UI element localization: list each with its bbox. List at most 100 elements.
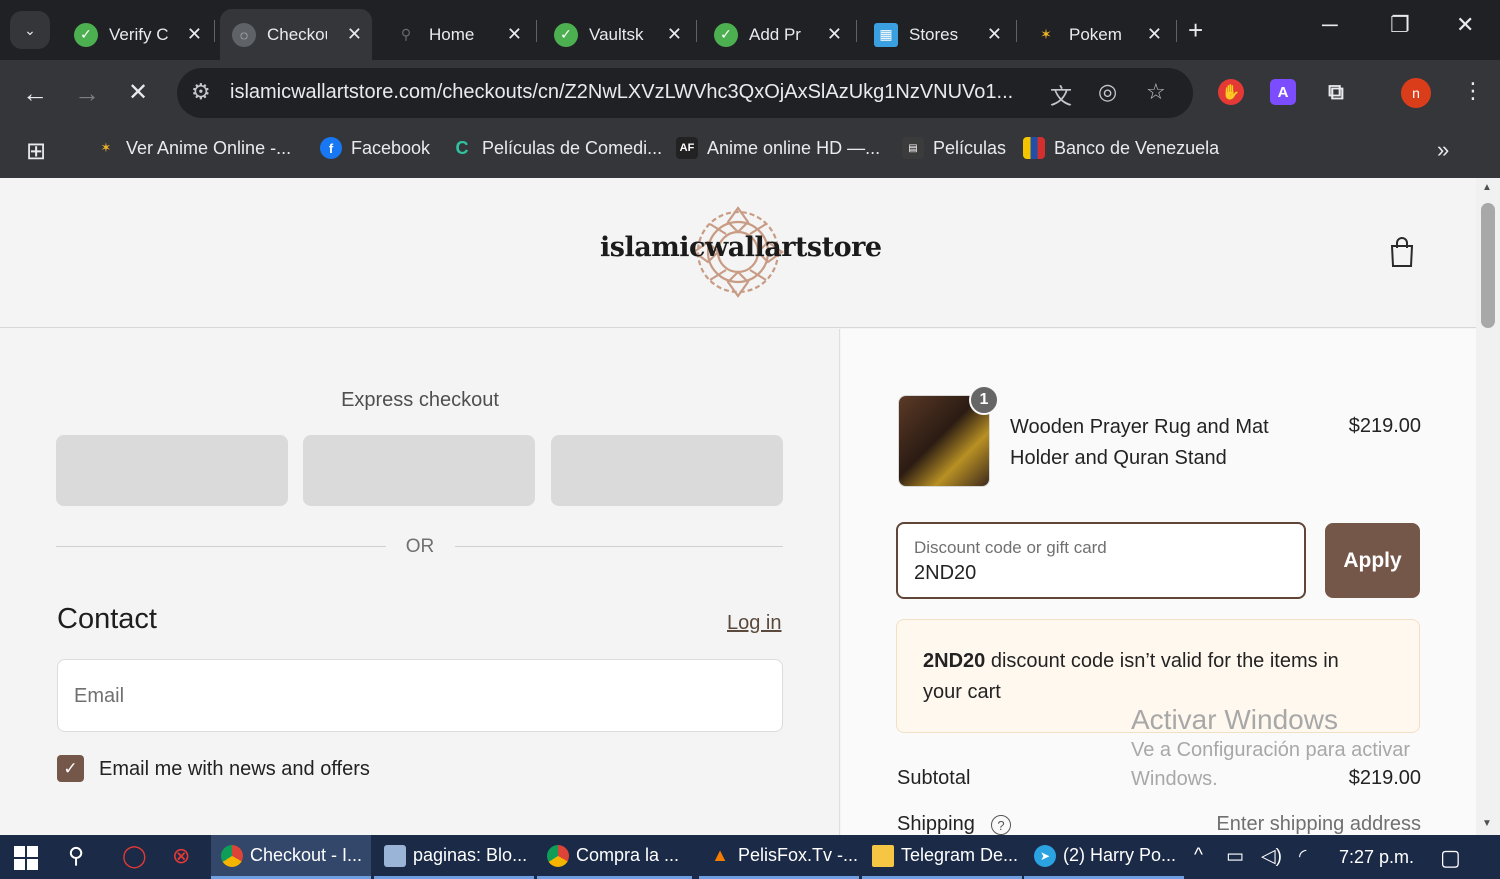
forward-icon[interactable]: →: [74, 78, 100, 109]
shipping-value: Enter shipping address: [1216, 813, 1421, 835]
tab-stores[interactable]: ▦ Stores ✕: [862, 9, 1012, 60]
extensions-puzzle-icon[interactable]: ⧉: [1323, 79, 1349, 105]
bank-flag-icon: [1023, 137, 1045, 159]
check-circle-icon: ✓: [714, 22, 738, 47]
express-pay-button-3[interactable]: [551, 435, 783, 506]
taskbar-app-paginas[interactable]: paginas: Blo...: [374, 835, 534, 879]
star-burst-icon: ✶: [1040, 26, 1052, 42]
facebook-icon: f: [320, 137, 342, 159]
wifi-icon[interactable]: ◜: [1299, 845, 1306, 868]
notifications-icon[interactable]: ▢: [1440, 845, 1461, 871]
bookmarks-bar: ⊞ ✶ Ver Anime Online -... f Facebook C P…: [0, 124, 1500, 178]
restore-icon[interactable]: ❐: [1390, 12, 1410, 38]
opera-icon[interactable]: ◯: [122, 843, 147, 869]
site-settings-icon[interactable]: ⚙: [191, 79, 211, 105]
error-code: 2ND20: [923, 650, 986, 672]
windows-activation-watermark: Activar Windows Ve a Configuración para …: [1131, 705, 1410, 794]
close-tab-icon[interactable]: ✕: [827, 24, 842, 45]
checkout-page: islamicwallartstore Express checkout OR …: [0, 178, 1476, 835]
tab-add-product[interactable]: ✓ Add Pr ✕: [702, 9, 852, 60]
bookmark-ver-anime[interactable]: ✶ Ver Anime Online -...: [95, 137, 292, 159]
tab-search-button[interactable]: ⌄: [10, 11, 50, 49]
clock[interactable]: 7:27 p.m.: [1339, 847, 1414, 868]
product-price: $219.00: [1348, 415, 1421, 437]
bookmark-banco-venezuela[interactable]: Banco de Venezuela: [1023, 137, 1219, 159]
watermark-title: Activar Windows: [1131, 704, 1338, 735]
order-summary-column: 1 Wooden Prayer Rug and Mat Holder and Q…: [841, 329, 1476, 835]
bookmark-anime-online-hd[interactable]: AF Anime online HD —...: [676, 137, 880, 159]
page-icon: ⚲: [400, 26, 412, 42]
discount-field-value[interactable]: 2ND20: [914, 562, 976, 585]
new-tab-button[interactable]: +: [1188, 15, 1203, 46]
minimize-icon[interactable]: ─: [1322, 12, 1338, 38]
close-tab-icon[interactable]: ✕: [987, 24, 1002, 45]
divider-line: [56, 546, 386, 547]
close-tab-icon[interactable]: ✕: [1147, 24, 1162, 45]
taskbar-app-compra[interactable]: Compra la ...: [537, 835, 692, 879]
tab-divider: [1016, 20, 1017, 42]
apply-discount-button[interactable]: Apply: [1325, 523, 1420, 598]
tab-vaultsk[interactable]: ✓ Vaultsk ✕: [542, 9, 692, 60]
chrome-icon: [547, 844, 569, 867]
taskbar-app-telegram[interactable]: ➤ (2) Harry Po...: [1024, 835, 1184, 879]
url-text[interactable]: islamicwallartstore.com/checkouts/cn/Z2N…: [230, 81, 1030, 104]
tab-checkout[interactable]: ◌ Checkout ✕: [220, 9, 372, 60]
translate-icon[interactable]: 文: [1050, 79, 1072, 111]
notepad-icon: [384, 844, 406, 867]
stop-loading-icon[interactable]: ✕: [128, 78, 148, 107]
telegram-icon: ➤: [1034, 844, 1056, 867]
discount-code-field[interactable]: Discount code or gift card 2ND20: [896, 522, 1306, 599]
tab-strip: ⌄ ✓ Verify C ✕ ◌ Checkout ✕ ⚲ Home ✕ ✓ V…: [0, 0, 1500, 60]
extension-a-icon[interactable]: A: [1270, 79, 1296, 105]
bookmark-peliculas-comedia[interactable]: C Películas de Comedi...: [451, 137, 663, 159]
taskbar-app-checkout[interactable]: Checkout - I...: [211, 835, 371, 879]
login-link[interactable]: Log in: [727, 612, 782, 635]
taskbar-app-pelisfox[interactable]: ▲ PelisFox.Tv -...: [699, 835, 859, 879]
store-logo[interactable]: islamicwallartstore: [600, 203, 882, 303]
chrome-icon: [221, 844, 243, 867]
address-bar[interactable]: ⚙ islamicwallartstore.com/checkouts/cn/Z…: [177, 68, 1193, 118]
express-checkout-title: Express checkout: [341, 389, 499, 411]
bookmark-peliculas[interactable]: ▤ Películas: [902, 137, 1006, 159]
shopping-bag-icon[interactable]: [1389, 236, 1415, 268]
email-field[interactable]: Email: [57, 659, 783, 732]
newsletter-label[interactable]: Email me with news and offers: [99, 758, 370, 781]
express-pay-button-2[interactable]: [303, 435, 535, 506]
newsletter-checkbox[interactable]: ✓: [57, 755, 84, 782]
more-menu-icon[interactable]: ⋮: [1462, 78, 1484, 104]
volume-icon[interactable]: ◁): [1261, 845, 1282, 868]
apps-grid-icon[interactable]: ⊞: [26, 137, 46, 166]
tab-pokemon[interactable]: ✶ Pokem ✕: [1022, 9, 1172, 60]
scroll-thumb[interactable]: [1481, 203, 1495, 328]
windows-taskbar: ⚲ ◯ ⊗ Checkout - I... paginas: Blo... Co…: [0, 835, 1500, 879]
search-icon[interactable]: ⚲: [68, 843, 84, 869]
eye-off-icon[interactable]: ◎: [1098, 79, 1117, 105]
battery-icon[interactable]: ▭: [1226, 845, 1244, 868]
tray-chevron-icon[interactable]: ^: [1194, 845, 1203, 867]
adblock-extension-icon[interactable]: ✋: [1218, 79, 1244, 105]
help-circle-icon[interactable]: ?: [991, 815, 1011, 835]
scroll-down-icon[interactable]: ▼: [1482, 818, 1492, 829]
bookmark-facebook[interactable]: f Facebook: [320, 137, 430, 159]
close-tab-icon[interactable]: ✕: [667, 24, 682, 45]
taskbar-app-telegram-folder[interactable]: Telegram De...: [862, 835, 1022, 879]
scroll-up-icon[interactable]: ▲: [1482, 182, 1492, 193]
more-bookmarks-icon[interactable]: »: [1437, 137, 1449, 163]
app-red-icon[interactable]: ⊗: [172, 843, 190, 869]
bookmark-star-icon[interactable]: ☆: [1146, 79, 1166, 105]
windows-start-icon[interactable]: [14, 846, 38, 870]
close-tab-icon[interactable]: ✕: [187, 24, 202, 45]
checkmark-icon: ✓: [63, 758, 78, 778]
close-tab-icon[interactable]: ✕: [347, 24, 362, 45]
back-icon[interactable]: ←: [22, 78, 48, 109]
stores-icon: ▦: [874, 22, 898, 47]
tab-verify[interactable]: ✓ Verify C ✕: [62, 9, 212, 60]
close-tab-icon[interactable]: ✕: [507, 24, 522, 45]
folder-icon: [872, 844, 894, 867]
close-window-icon[interactable]: ✕: [1456, 12, 1474, 38]
profile-avatar[interactable]: n: [1401, 78, 1431, 108]
page-scrollbar[interactable]: ▲ ▼: [1476, 178, 1500, 835]
check-circle-icon: ✓: [74, 22, 98, 47]
express-pay-button-1[interactable]: [56, 435, 288, 506]
tab-home[interactable]: ⚲ Home ✕: [382, 9, 532, 60]
